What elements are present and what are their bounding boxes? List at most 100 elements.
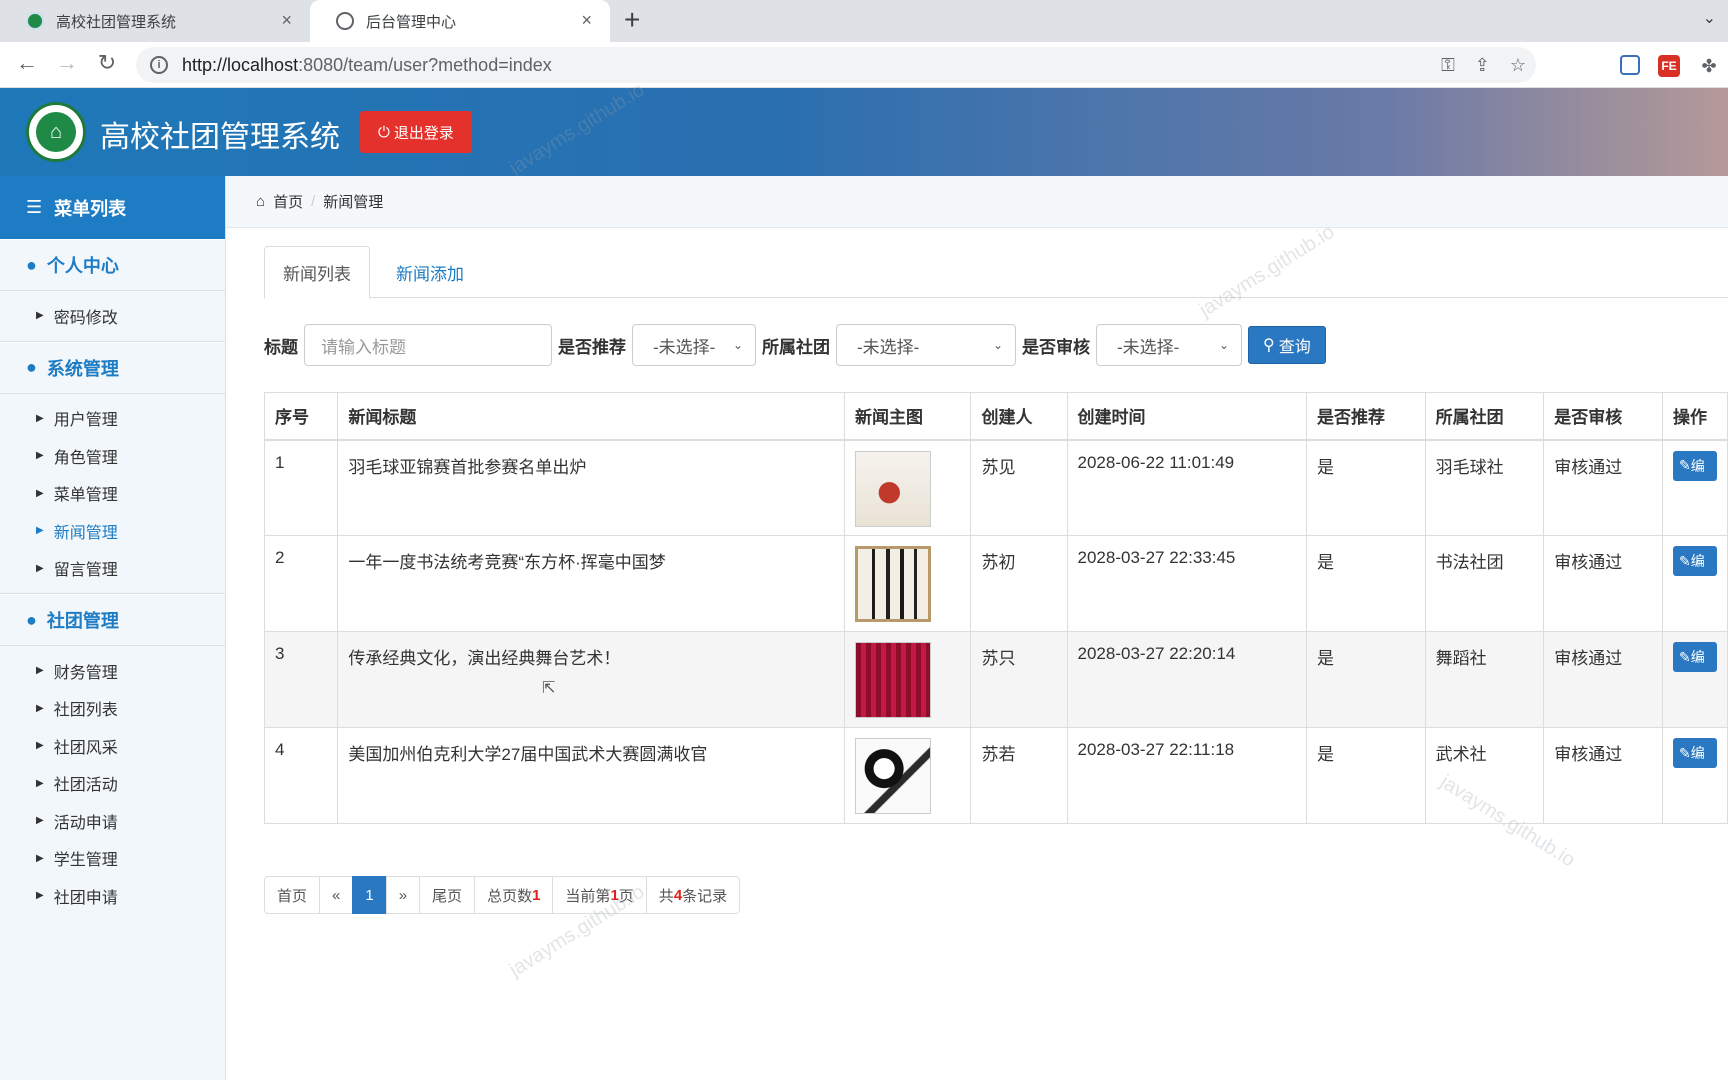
recommend-cell: 是 (1305, 631, 1426, 728)
sidebar-item-finance[interactable]: ▶ 财务管理 (0, 652, 225, 690)
caret-right-icon: ▶ (36, 815, 44, 827)
news-title-link[interactable]: 美国加州伯克利大学27届中国武术大赛圆满收官 (337, 727, 845, 824)
item-label: 角色管理 (53, 449, 118, 467)
row-number: 2 (263, 535, 339, 632)
club-cell: 书法社团 (1424, 535, 1545, 632)
logout-button[interactable]: ⏻ 退出登录 (360, 111, 472, 153)
audit-filter-label: 是否审核 (1022, 337, 1090, 357)
back-icon[interactable]: ← (12, 50, 42, 76)
edit-button[interactable]: ✎ 编 (1672, 450, 1717, 481)
time-cell: 2028-03-27 22:33:45 (1066, 535, 1307, 632)
news-title-link[interactable]: 一年一度书法统考竞赛“东方杯·挥毫中国梦 (337, 535, 845, 632)
column-header: 是否审核 (1543, 392, 1663, 441)
query-label: 查询 (1278, 339, 1311, 356)
caret-right-icon: ▶ (36, 412, 44, 424)
pencil-icon: ✎ (1678, 744, 1691, 761)
time-cell: 2028-03-27 22:11:18 (1066, 727, 1307, 824)
caret-right-icon: ▶ (36, 665, 44, 677)
close-icon[interactable]: × (581, 10, 592, 31)
sidebar-item-messages[interactable]: ▶ 留言管理 (0, 550, 225, 588)
club-select[interactable]: -未选择- ⌄ (836, 324, 1016, 366)
sidebar-group-personal[interactable]: ● 个人中心 (0, 239, 225, 291)
column-header: 新闻标题 (337, 392, 845, 441)
sidebar-item-activity-apply[interactable]: ▶ 活动申请 (0, 802, 225, 840)
action-cell: ✎ 编 (1661, 631, 1728, 728)
tab-title: 后台管理中心 (366, 13, 457, 31)
chevron-down-icon: ⌄ (1218, 338, 1229, 352)
sidebar-item-password[interactable]: ▶ 密码修改 (0, 297, 225, 335)
select-value: -未选择- (653, 337, 716, 357)
url-input[interactable]: i http://localhost:8080/team/user?method… (136, 47, 1536, 83)
star-icon[interactable]: ☆ (1510, 55, 1526, 76)
sidebar-item-club-apply[interactable]: ▶ 社团申请 (0, 877, 225, 915)
browser-tab-2[interactable]: 后台管理中心 × (310, 0, 610, 42)
item-label: 社团风采 (53, 739, 118, 757)
query-button[interactable]: ⚲ 查询 (1248, 326, 1326, 364)
caret-right-icon: ▶ (36, 777, 44, 789)
info-icon[interactable]: i (150, 56, 168, 74)
sidebar-item-users[interactable]: ▶ 用户管理 (0, 400, 225, 438)
page-first[interactable]: 首页 (264, 876, 321, 914)
share-icon[interactable]: ⇪ (1475, 55, 1490, 76)
forward-icon[interactable]: → (52, 50, 82, 76)
select-value: -未选择- (857, 337, 920, 357)
sidebar-item-club-list[interactable]: ▶ 社团列表 (0, 690, 225, 728)
address-bar-area: ← → ↻ i http://localhost:8080/team/user?… (0, 42, 1728, 88)
sidebar-item-club-activity[interactable]: ▶ 社团活动 (0, 765, 225, 803)
page-last[interactable]: 尾页 (419, 876, 476, 914)
title-filter-label: 标题 (264, 337, 298, 357)
tab-search-icon[interactable]: ⌄ (1703, 8, 1716, 28)
chevron-down-icon: ⌄ (992, 338, 1003, 352)
title-search-input[interactable]: 请输入标题 (304, 324, 552, 366)
sidebar-item-club-style[interactable]: ▶ 社团风采 (0, 727, 225, 765)
page-current[interactable]: 1 (352, 876, 387, 914)
reload-icon[interactable]: ↻ (92, 50, 122, 76)
page-next[interactable]: » (385, 876, 421, 914)
new-tab-button[interactable]: + (624, 4, 640, 36)
page-prev[interactable]: « (319, 876, 354, 914)
sidebar: ☰ 菜单列表 ● 个人中心 ▶ 密码修改 ● 系统管理 ▶ 用户管理 ▶ 角色管理 ▶… (0, 176, 226, 1080)
edit-label: 编 (1690, 457, 1705, 474)
sidebar-item-menus[interactable]: ▶ 菜单管理 (0, 475, 225, 513)
tab-title: 高校社团管理系统 (56, 13, 177, 31)
sidebar-items-system: ▶ 用户管理 ▶ 角色管理 ▶ 菜单管理 ▶ 新闻管理 ▶ 留言管理 (0, 394, 225, 594)
breadcrumb-home[interactable]: 首页 (273, 191, 303, 212)
recommend-select[interactable]: -未选择- ⌄ (632, 324, 756, 366)
url-host: http://localhost (182, 54, 299, 75)
extension-fe-icon[interactable]: FE (1658, 55, 1680, 77)
news-table: 序号 新闻标题 新闻主图 创建人 创建时间 是否推荐 所属社团 是否审核 操作 … (263, 392, 1728, 824)
sidebar-group-system[interactable]: ● 系统管理 (0, 341, 225, 394)
audit-select[interactable]: -未选择- ⌄ (1096, 324, 1242, 366)
key-icon[interactable]: ⚿ (1441, 55, 1455, 76)
table-row: 2 一年一度书法统考竞赛“东方杯·挥毫中国梦 苏初 2028-03-27 22:… (263, 535, 1728, 632)
total-pages: 总页数 1 (474, 876, 554, 914)
news-title-link[interactable]: 羽毛球亚锦赛首批参赛名单出炉 (337, 439, 845, 536)
item-label: 社团活动 (53, 777, 118, 795)
browser-tab-1[interactable]: 高校社团管理系统 × (0, 0, 310, 42)
sidebar-item-roles[interactable]: ▶ 角色管理 (0, 437, 225, 475)
total-records-value: 4 (673, 886, 683, 904)
news-title-link[interactable]: 传承经典文化，演出经典舞台艺术！ (337, 631, 845, 728)
extension-hex-icon[interactable] (1620, 55, 1640, 75)
edit-label: 编 (1690, 649, 1705, 665)
list-icon: ☰ (26, 197, 43, 217)
total-pages-label: 总页数 (487, 887, 533, 905)
close-icon[interactable]: × (281, 10, 292, 31)
site-logo-icon (26, 12, 44, 30)
breadcrumb-separator: / (311, 193, 316, 210)
tab-news-add[interactable]: 新闻添加 (378, 246, 482, 298)
tab-news-list[interactable]: 新闻列表 (264, 246, 370, 299)
group-label: 社团管理 (46, 611, 119, 631)
sidebar-group-clubs[interactable]: ● 社团管理 (0, 594, 225, 646)
edit-button[interactable]: ✎ 编 (1672, 738, 1717, 768)
action-cell: ✎ 编 (1661, 535, 1728, 632)
sidebar-item-news[interactable]: ▶ 新闻管理 (0, 512, 225, 550)
audit-status: 审核通过 (1543, 535, 1663, 632)
puzzle-icon[interactable]: ✤ (1698, 55, 1720, 77)
table-row: 1 羽毛球亚锦赛首批参赛名单出炉 苏见 2028-06-22 11:01:49 … (263, 439, 1728, 536)
sidebar-item-students[interactable]: ▶ 学生管理 (0, 840, 225, 878)
edit-button[interactable]: ✎ 编 (1672, 642, 1717, 672)
edit-button[interactable]: ✎ 编 (1672, 546, 1717, 576)
browser-tab-strip: 高校社团管理系统 × 后台管理中心 × + ⌄ (0, 0, 1728, 42)
item-label: 留言管理 (53, 562, 118, 580)
